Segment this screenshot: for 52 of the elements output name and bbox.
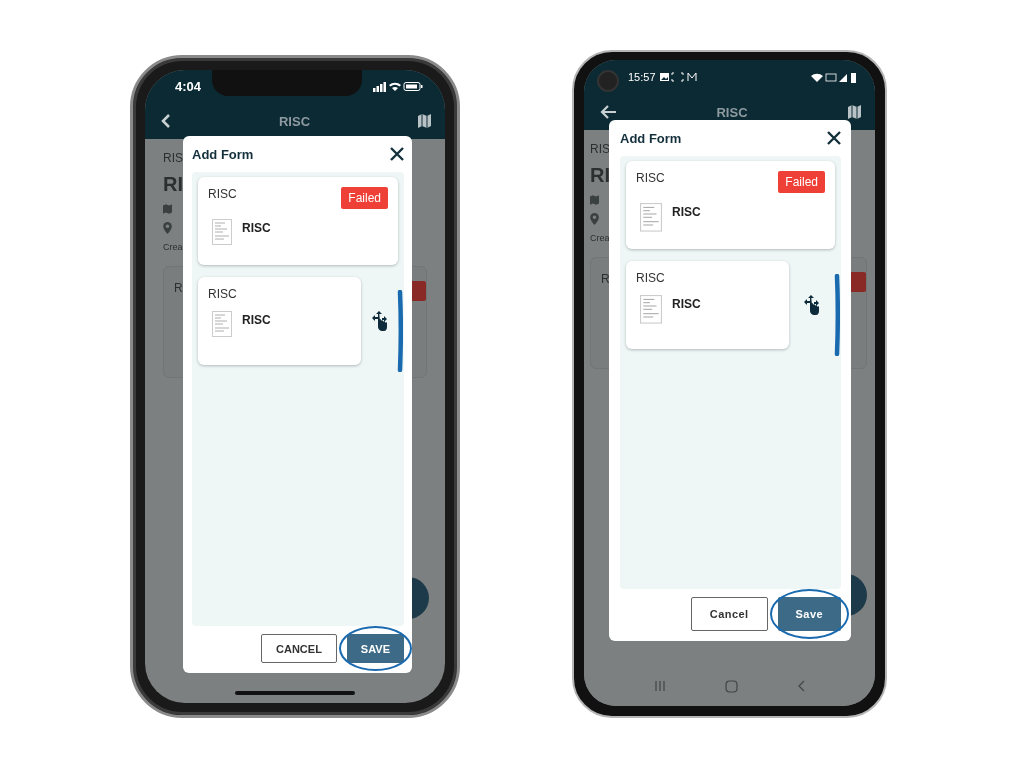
- status-time: 4:04: [175, 79, 202, 94]
- status-time: 15:57: [628, 71, 656, 83]
- document-icon: [212, 219, 232, 245]
- save-button[interactable]: Save: [777, 597, 841, 631]
- cancel-button[interactable]: CANCEL: [261, 634, 337, 663]
- close-icon[interactable]: [390, 147, 404, 161]
- form-label: RISC: [636, 271, 665, 285]
- move-hand-icon[interactable]: [804, 295, 820, 315]
- form-card[interactable]: RISC Failed RISC: [198, 177, 398, 265]
- map-icon: [163, 204, 172, 214]
- background-card-label: R: [601, 272, 610, 288]
- background-meta: Crea: [163, 242, 183, 252]
- location-pin-icon: [163, 222, 172, 234]
- document-icon: [640, 203, 662, 232]
- background-meta: Crea: [590, 233, 610, 243]
- dialog-title: Add Form: [192, 146, 254, 162]
- close-icon[interactable]: [827, 131, 841, 145]
- status-badge: Failed: [778, 171, 825, 193]
- document-icon: [212, 311, 232, 337]
- move-hand-icon[interactable]: [371, 311, 388, 331]
- form-name: RISC: [672, 205, 701, 219]
- app-title: RISC: [716, 104, 748, 120]
- back-arrow-icon[interactable]: [600, 105, 616, 119]
- status-icons: [373, 81, 423, 92]
- form-name: RISC: [242, 313, 271, 327]
- background-caption: RIS: [163, 151, 183, 165]
- form-label: RISC: [208, 187, 237, 201]
- form-name: RISC: [672, 297, 701, 311]
- front-camera: [597, 70, 619, 92]
- map-icon[interactable]: [848, 105, 861, 119]
- status-icons: [811, 71, 859, 83]
- background-caption: RIS: [590, 142, 610, 156]
- app-title: RISC: [278, 113, 311, 129]
- form-card[interactable]: RISC RISC: [198, 277, 361, 365]
- map-icon: [590, 195, 599, 205]
- status-badge: Failed: [341, 187, 388, 209]
- cancel-button[interactable]: Cancel: [690, 597, 768, 631]
- form-label: RISC: [636, 171, 665, 185]
- background-heading: RI: [163, 173, 183, 196]
- form-card[interactable]: RISC RISC: [626, 261, 789, 349]
- form-card[interactable]: RISC Failed RISC: [626, 161, 835, 249]
- location-pin-icon: [590, 213, 599, 225]
- form-name: RISC: [242, 221, 271, 235]
- notification-icons: [659, 72, 700, 82]
- map-icon[interactable]: [418, 114, 431, 128]
- background-card-label: R: [174, 281, 183, 297]
- save-button[interactable]: SAVE: [346, 634, 404, 663]
- home-icon[interactable]: [725, 679, 738, 693]
- dialog-title: Add Form: [620, 130, 682, 146]
- form-label: RISC: [208, 287, 237, 301]
- document-icon: [640, 295, 662, 324]
- background-heading: RI: [590, 164, 610, 187]
